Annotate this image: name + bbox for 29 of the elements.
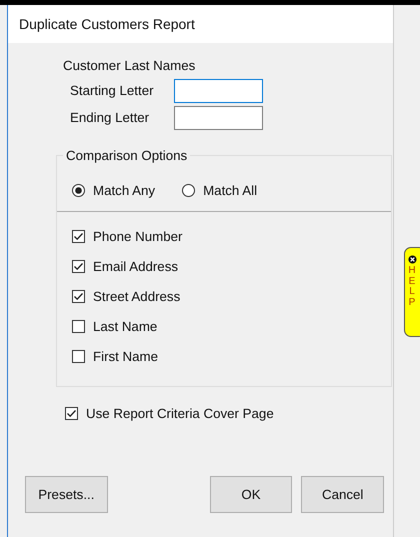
dialog-button[interactable]: Cancel: [301, 476, 384, 513]
checkbox-label: Phone Number: [93, 229, 182, 244]
dialog-button[interactable]: OK: [210, 476, 292, 513]
checkbox[interactable]: [72, 350, 85, 363]
checkbox-label: First Name: [93, 349, 158, 364]
radio-button[interactable]: [72, 184, 85, 197]
checkbox[interactable]: [72, 230, 85, 243]
checkbox[interactable]: [72, 260, 85, 273]
field-label: Starting Letter: [70, 83, 155, 98]
window-title: Duplicate Customers Report: [19, 16, 195, 32]
checkbox[interactable]: [72, 320, 85, 333]
group-title: Comparison Options: [63, 148, 190, 163]
radio-label: Match Any: [93, 183, 156, 198]
checkbox-label: Last Name: [93, 319, 158, 334]
section-label: Customer Last Names: [63, 58, 196, 73]
text-field[interactable]: [174, 106, 263, 130]
checkbox-label: Use Report Criteria Cover Page: [86, 406, 274, 421]
checkbox[interactable]: [72, 290, 85, 303]
help-tab[interactable]: HELP: [404, 247, 420, 337]
close-icon[interactable]: [408, 255, 416, 264]
text-field[interactable]: [174, 78, 263, 102]
dialog-button[interactable]: Presets...: [25, 476, 108, 513]
checkbox[interactable]: [65, 407, 78, 420]
help-label: HELP: [407, 266, 417, 308]
checkbox-label: Street Address: [93, 289, 180, 304]
field-label: Ending Letter: [70, 110, 150, 125]
radio-button[interactable]: [182, 184, 196, 197]
checkbox-label: Email Address: [93, 259, 178, 274]
radio-label: Match All: [203, 183, 258, 198]
